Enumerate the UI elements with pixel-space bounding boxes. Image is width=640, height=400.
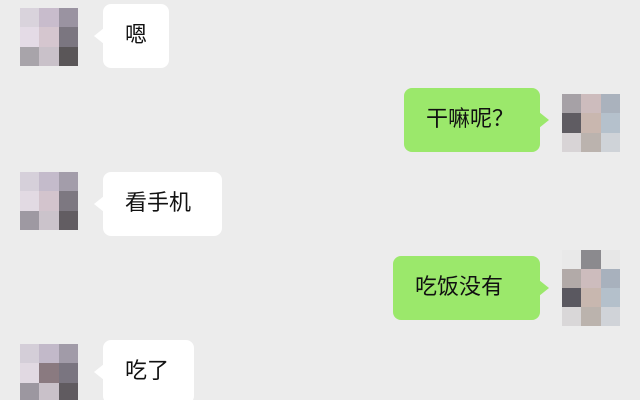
message-bubble-incoming[interactable]: 吃了 [94, 340, 194, 400]
message-text: 干嘛呢？ [426, 107, 515, 132]
message-text: 吃了 [125, 359, 170, 384]
message-text: 嗯 [125, 23, 148, 48]
message-text: 吃饭没有 [415, 275, 504, 300]
message-bubble-outgoing[interactable]: 吃饭没有 [393, 256, 549, 320]
message-bubble-incoming[interactable]: 嗯 [94, 4, 169, 68]
chat-conversation: 嗯 干嘛呢？ 看手机 吃饭没有 吃了 [0, 0, 640, 400]
message-bubble-outgoing[interactable]: 干嘛呢？ [404, 88, 549, 152]
user-avatar[interactable] [562, 250, 620, 326]
message-text: 看手机 [125, 191, 192, 216]
contact-avatar[interactable] [20, 8, 78, 66]
contact-avatar[interactable] [20, 344, 78, 400]
contact-avatar[interactable] [20, 172, 78, 230]
message-bubble-incoming[interactable]: 看手机 [94, 172, 222, 236]
user-avatar[interactable] [562, 94, 620, 152]
